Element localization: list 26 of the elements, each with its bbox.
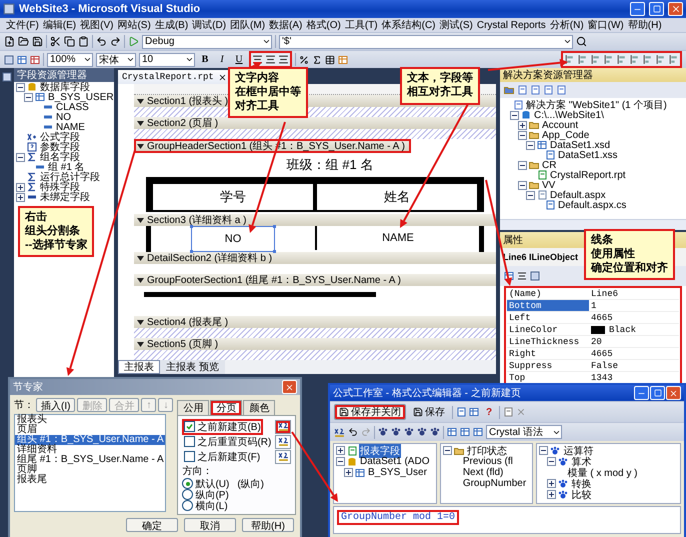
window-title: 公式工作室 - 格式公式编辑器 - 之前新建页 [333,386,521,400]
callout-text: 文字内容 [235,72,280,86]
formula-text: GroupNumber mod 1=0 [337,510,460,525]
section-label: 节： [14,398,34,412]
property-value: Line6 [591,288,618,298]
dialog-title: 节专家 [13,380,43,394]
callout-text: 文本，字段等 [407,72,473,86]
property-value: 1 [591,300,596,310]
property-value: 4665 [591,312,613,322]
header-cell: 姓名 [315,182,479,212]
property-value: 20 [591,336,602,346]
callout-text: 线条 [591,234,614,248]
callout-text: 右击 [25,211,48,224]
property-value: Black [609,324,636,334]
callout-text: --选择节专家 [25,238,88,252]
property-value: False [591,360,618,370]
panel-title: 字段资源管理器 [14,68,114,82]
panel-title: 解决方案资源管理器 [500,68,686,82]
orientation-label: 方向： [182,464,214,478]
header-cell: 学号 [151,182,315,212]
callout-text: 使用属性 [591,248,636,262]
property-value: 1343 [591,372,613,382]
window-title: WebSite3 - Microsoft Visual Studio [19,3,202,15]
property-value: 4665 [591,348,613,358]
group-title: 班级：组 #1 名 [286,156,374,174]
callout-text: 组头分割条 [25,224,81,238]
